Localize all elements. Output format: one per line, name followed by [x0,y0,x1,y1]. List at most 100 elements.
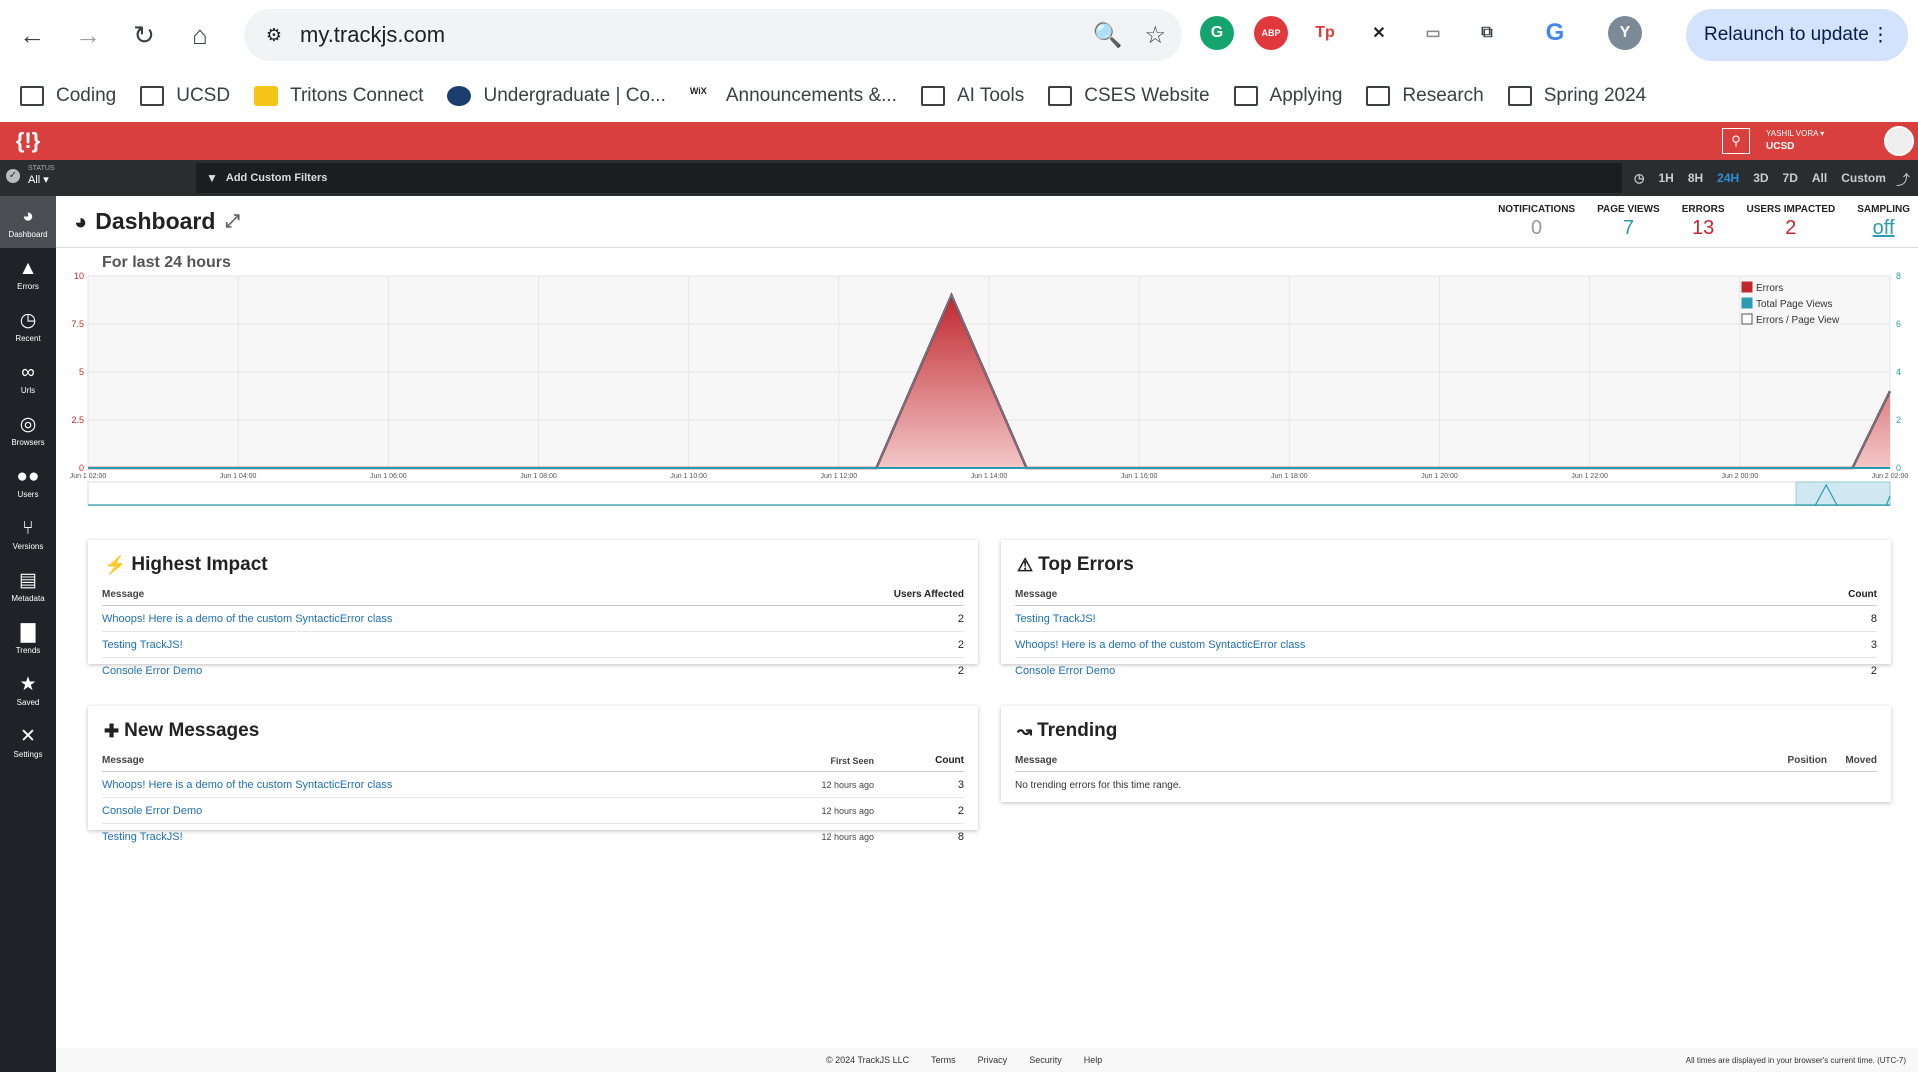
sidebar-item-dashboard[interactable]: ◕ Dashboard [0,196,56,248]
footer-link-privacy[interactable]: Privacy [978,1055,1008,1065]
dashboard-icon: ◕ [74,208,88,234]
tp-extension-icon[interactable]: Tp [1308,16,1342,50]
errors-chart-svg[interactable]: Jun 1 02:00 Jun 1 04:00 Jun 1 06:00 Jun 1 0… [56,271,1918,507]
bookmark-item[interactable]: Tritons Connect [254,85,423,107]
table-row: Testing TrackJS! 8 [1015,606,1877,632]
sidebar-item-browsers[interactable]: ◎ Browsers [0,404,56,456]
puzzle-icon[interactable]: ⧉ [1470,16,1504,50]
footer-link-security[interactable]: Security [1029,1055,1062,1065]
sidebar-item-errors[interactable]: ▲ Errors [0,248,56,300]
error-message-link[interactable]: Console Error Demo [1015,665,1787,677]
sidebar-item-metadata[interactable]: ▤ Metadata [0,560,56,612]
bookmark-item[interactable]: UCSD [140,85,230,107]
error-message-link[interactable]: Whoops! Here is a demo of the custom Syn… [102,613,874,625]
bookmark-item[interactable]: WiX Announcements &... [689,85,897,107]
time-range-selector: ◷ 1H 8H 24H 3D 7D All Custom [1634,160,1900,196]
sidebar-item-settings[interactable]: ✕ Settings [0,716,56,768]
error-message-link[interactable]: Testing TrackJS! [102,831,764,843]
bookmark-item[interactable]: Undergraduate | Co... [447,85,666,107]
sidebar-item-label: Dashboard [8,229,48,239]
new-messages-table: Message First Seen Count Whoops! Here is a … [102,750,964,850]
forward-icon[interactable]: → [68,15,108,55]
home-icon[interactable]: ⌂ [180,15,220,55]
stat-value: 13 [1691,217,1715,239]
top-errors-table: Message Count Testing TrackJS! 8 Whoops! Her… [1015,584,1877,684]
address-bar[interactable]: ⚙ my.trackjs.com 🔍 ☆ [244,9,1182,61]
site-info-icon[interactable]: ⚙ [260,21,288,49]
expand-icon[interactable]: ⤢ [225,211,239,232]
extension-icon[interactable]: ▭ [1416,16,1450,50]
bookmark-star-icon[interactable]: ☆ [1144,21,1166,50]
stat-sampling[interactable]: SAMPLING off [1857,204,1910,240]
range-option-7d[interactable]: 7D [1783,171,1798,185]
sidebar-item-recent[interactable]: ◷ Recent [0,300,56,352]
footer-link-terms[interactable]: Terms [931,1055,956,1065]
error-message-link[interactable]: Testing TrackJS! [102,639,874,651]
bookmark-item[interactable]: AI Tools [920,85,1024,107]
panel-title: ⚡ Highest Impact [104,554,268,575]
trackjs-logo-icon[interactable]: {!} [0,122,56,160]
sidebar-item-trends[interactable]: ▇ Trends [0,612,56,664]
bookmark-item[interactable]: Research [1366,85,1484,107]
highest-impact-table: Message Users Affected Whoops! Here is a d… [102,584,964,684]
sidebar-item-saved[interactable]: ★ Saved [0,664,56,716]
sidebar-item-label: Errors [17,281,39,291]
count-value: 2 [957,804,964,817]
user-menu[interactable]: YASHIL VORA ▾ UCSD [1766,127,1824,153]
bookmark-item[interactable]: Applying [1233,85,1342,107]
count-value: 3 [957,778,964,791]
x-tick-label: Jun 1 12:00 [821,473,858,480]
sidebar-item-label: Users [17,489,39,499]
avatar[interactable] [1884,126,1914,156]
branch-icon: ⑂ [22,517,34,539]
range-option-all[interactable]: All [1812,171,1827,185]
reload-icon[interactable]: ↻ [124,15,164,55]
bookmark-item[interactable]: Spring 2024 [1507,85,1646,107]
table-header: Message Count [1015,584,1877,606]
bookmark-item[interactable]: Coding [20,85,116,107]
bookmark-label: Announcements &... [725,85,897,106]
range-option-3d[interactable]: 3D [1753,171,1768,185]
range-option-8h[interactable]: 8H [1688,171,1703,185]
sidebar-item-users[interactable]: ●● Users [0,456,56,508]
folder-icon [1233,86,1258,106]
summary-stats: NOTIFICATIONS 0 PAGE VIEWS 7 ERRORS 13 USERS I… [1476,204,1910,240]
custom-filter-input[interactable]: ▼ Add Custom Filters [196,163,1622,193]
status-filter[interactable]: ✓ STATUS All ▾ [6,165,55,186]
url-text[interactable]: my.trackjs.com [300,22,1071,48]
y-left-tick-label: 5 [79,367,84,377]
sidebar-item-versions[interactable]: ⑂ Versions [0,508,56,560]
stat-label: USERS IMPACTED [1746,204,1836,215]
sidebar-item-urls[interactable]: ∞ Urls [0,352,56,404]
table-row: Console Error Demo 12 hours ago 2 [102,798,964,824]
error-message-link[interactable]: Console Error Demo [102,665,874,677]
profile-avatar[interactable]: Y [1608,16,1642,50]
error-message-link[interactable]: Whoops! Here is a demo of the custom Syn… [1015,639,1787,651]
extension-icon[interactable]: ✕ [1362,16,1396,50]
relaunch-button[interactable]: Relaunch to update ⋮ [1686,9,1908,61]
page-title-text: Dashboard [95,208,216,234]
footer-link-help[interactable]: Help [1084,1055,1103,1065]
bookmark-item[interactable]: CSES Website [1048,85,1210,107]
x-tick-label: Jun 1 20:00 [1421,473,1458,480]
tools-icon: ✕ [20,725,36,747]
error-message-link[interactable]: Testing TrackJS! [1015,613,1787,625]
sidebar-item-label: Recent [15,333,41,343]
share-icon[interactable]: ⤴ [1896,170,1910,190]
zoom-icon[interactable]: 🔍 [1093,21,1123,50]
database-icon: ▤ [19,569,37,591]
range-option-24h[interactable]: 24H [1717,171,1739,185]
range-option-custom[interactable]: Custom [1841,171,1886,185]
google-icon[interactable]: G [1538,16,1572,50]
error-message-link[interactable]: Console Error Demo [102,805,764,817]
search-icon[interactable]: ⚲ [1722,128,1750,154]
adblock-icon[interactable]: ABP [1254,16,1288,50]
x-tick-label: Jun 1 22:00 [1571,473,1608,480]
error-message-link[interactable]: Whoops! Here is a demo of the custom Syn… [102,779,764,791]
grammarly-icon[interactable]: G [1200,16,1234,50]
back-icon[interactable]: ← [12,15,52,55]
stat-value[interactable]: off [1857,217,1910,240]
y-right-tick-label: 8 [1896,272,1901,281]
range-option-1h[interactable]: 1H [1658,171,1673,185]
y-right-tick-label: 6 [1896,319,1901,329]
